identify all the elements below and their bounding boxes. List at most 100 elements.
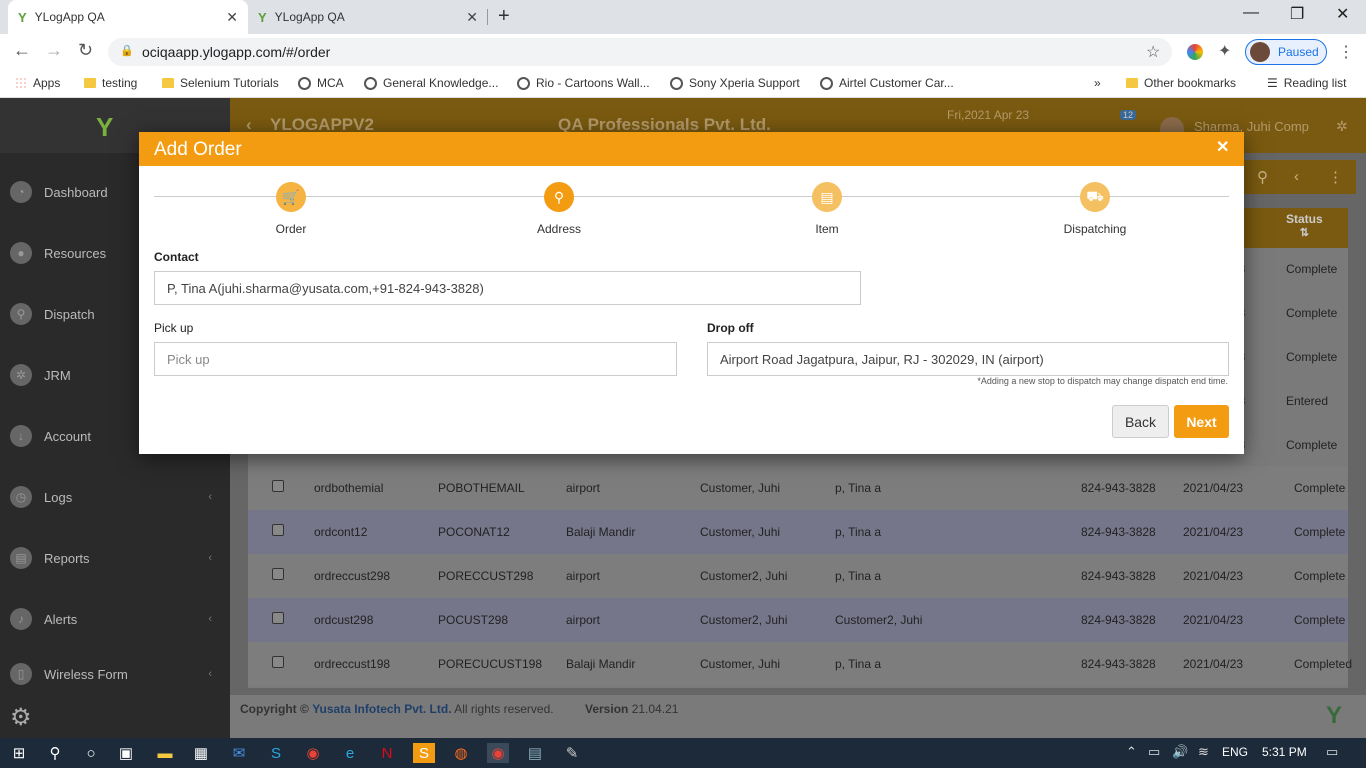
- bookmark-gk[interactable]: General Knowledge...: [364, 76, 498, 90]
- bookmark-selenium[interactable]: Selenium Tutorials: [162, 76, 279, 90]
- bookmark-sony[interactable]: Sony Xperia Support: [670, 76, 800, 90]
- bookmark-testing[interactable]: testing: [84, 76, 137, 90]
- sidebar-item-alerts[interactable]: ♪ Alerts ‹: [10, 599, 220, 639]
- settings-gear-icon[interactable]: ⚙: [10, 703, 32, 732]
- reading-list[interactable]: ☰ Reading list: [1267, 76, 1346, 90]
- contact-field[interactable]: [154, 271, 861, 305]
- row-checkbox[interactable]: [272, 656, 284, 668]
- mail-icon[interactable]: ✉: [228, 743, 250, 763]
- minimize-icon[interactable]: —: [1243, 4, 1259, 22]
- contact: p, Tina a: [835, 525, 882, 539]
- row-status: Complete: [1286, 262, 1338, 276]
- mobile-icon: ▯: [10, 663, 32, 685]
- profile-paused-button[interactable]: Paused: [1245, 39, 1327, 65]
- search-icon[interactable]: ⚲: [1257, 168, 1268, 186]
- contact: p, Tina a: [835, 569, 882, 583]
- table-row[interactable]: ordcont12 POCONAT12 Balaji Mandir Custom…: [248, 510, 1348, 554]
- row-checkbox[interactable]: [272, 480, 284, 492]
- globe-icon: [517, 76, 530, 90]
- row-status: Complete: [1286, 350, 1338, 364]
- store-icon[interactable]: ▦: [190, 743, 212, 763]
- sidebar-item-reports[interactable]: ▤ Reports ‹: [10, 538, 220, 578]
- globe-icon: [364, 76, 377, 90]
- task-view-icon[interactable]: ▣: [115, 743, 137, 763]
- chevron-left-icon: ‹: [208, 491, 212, 503]
- reading-list-icon: ☰: [1267, 76, 1278, 90]
- other-bookmarks[interactable]: Other bookmarks: [1126, 76, 1236, 90]
- close-icon[interactable]: ✕: [1216, 137, 1229, 157]
- company-link[interactable]: Yusata Infotech Pvt. Ltd.: [312, 702, 451, 716]
- contact: p, Tina a: [835, 481, 882, 495]
- table-row[interactable]: ordreccust298 PORECCUST298 airport Custo…: [248, 554, 1348, 598]
- table-row[interactable]: ordbothemial POBOTHEMAIL airport Custome…: [248, 466, 1348, 510]
- back-button[interactable]: Back: [1112, 405, 1169, 438]
- browser-menu-icon[interactable]: ⋮: [1338, 42, 1354, 62]
- netflix-icon[interactable]: N: [376, 743, 398, 763]
- map-pin-icon[interactable]: ⚲: [544, 182, 574, 212]
- close-tab-icon[interactable]: ✕: [226, 9, 238, 26]
- sort-icon[interactable]: ⇅: [1286, 226, 1323, 239]
- notifications-icon[interactable]: ▭: [1326, 744, 1338, 760]
- edge-icon[interactable]: e: [339, 743, 361, 763]
- chrome-icon[interactable]: ◉: [302, 743, 324, 763]
- sidebar-item-wireless-form[interactable]: ▯ Wireless Form ‹: [10, 654, 220, 694]
- close-window-icon[interactable]: ✕: [1336, 4, 1349, 24]
- row-checkbox[interactable]: [272, 524, 284, 536]
- browser-tab-2[interactable]: Y YLogApp QA ✕: [248, 0, 488, 34]
- row-status: Complete: [1294, 481, 1346, 495]
- clock[interactable]: 5:31 PM: [1262, 745, 1307, 759]
- sidebar-item-logs[interactable]: ◷ Logs ‹: [10, 477, 220, 517]
- app-s-icon[interactable]: S: [413, 743, 435, 763]
- volume-icon[interactable]: 🔊: [1172, 744, 1188, 760]
- reload-icon[interactable]: ↻: [78, 40, 93, 61]
- tray-chevron-icon[interactable]: ⌃: [1126, 744, 1137, 760]
- item-card-icon[interactable]: ▤: [812, 182, 842, 212]
- row-checkbox[interactable]: [272, 612, 284, 624]
- back-arrow-icon[interactable]: ←: [13, 40, 31, 61]
- table-row[interactable]: ordreccust198 PORECUCUST198 Balaji Mandi…: [248, 642, 1352, 686]
- close-tab-icon[interactable]: ✕: [466, 9, 478, 26]
- bookmark-star-icon[interactable]: ☆: [1146, 42, 1160, 62]
- bookmarks-overflow[interactable]: »: [1094, 76, 1101, 90]
- url-text[interactable]: ociqaapp.ylogapp.com/#/order: [142, 44, 330, 60]
- topbar-gear-icon[interactable]: ✲: [1336, 118, 1348, 135]
- lock-icon[interactable]: 🔒: [120, 44, 134, 57]
- cart-icon[interactable]: 🛒: [276, 182, 306, 212]
- bookmark-rio[interactable]: Rio - Cartoons Wall...: [517, 76, 650, 90]
- dropoff-input[interactable]: [707, 342, 1229, 376]
- windows-start-icon[interactable]: ⊞: [8, 743, 30, 763]
- chrome-extension-icon[interactable]: [1187, 44, 1203, 60]
- wifi-icon[interactable]: ≋: [1198, 744, 1209, 760]
- next-button[interactable]: Next: [1174, 405, 1229, 438]
- bookmark-airtel[interactable]: Airtel Customer Car...: [820, 76, 954, 90]
- chevron-left-icon[interactable]: ‹: [1294, 168, 1299, 185]
- pickup-input[interactable]: [154, 342, 677, 376]
- bookmark-apps[interactable]: Apps: [15, 76, 60, 90]
- battery-icon[interactable]: ▭: [1148, 744, 1160, 760]
- more-vertical-icon[interactable]: ⋮: [1328, 168, 1343, 186]
- file-explorer-icon[interactable]: ▬: [154, 743, 176, 763]
- notepad-icon[interactable]: ▤: [524, 743, 546, 763]
- chrome-active-icon[interactable]: ◉: [487, 743, 509, 763]
- forward-arrow-icon[interactable]: →: [45, 40, 63, 61]
- truck-icon[interactable]: ⛟: [1080, 182, 1110, 212]
- step-label-item: Item: [815, 222, 839, 236]
- cortana-icon[interactable]: ○: [80, 743, 102, 763]
- browser-tab-1[interactable]: Y YLogApp QA ✕: [8, 0, 248, 34]
- firefox-icon[interactable]: ◍: [450, 743, 472, 763]
- search-icon[interactable]: ⚲: [44, 743, 66, 763]
- dispatch-note: *Adding a new stop to dispatch may chang…: [977, 376, 1228, 386]
- status-column-header[interactable]: Status ⇅: [1286, 212, 1323, 239]
- table-row[interactable]: ordcust298 POCUST298 airport Customer2, …: [248, 598, 1348, 642]
- language-indicator[interactable]: ENG: [1222, 745, 1248, 759]
- profile-status: Paused: [1278, 45, 1319, 59]
- skype-icon[interactable]: S: [265, 743, 287, 763]
- new-tab-plus-icon[interactable]: +: [498, 5, 510, 28]
- globe-icon: [670, 76, 683, 90]
- paint-icon[interactable]: ✎: [561, 743, 583, 763]
- date: 2021/04/23: [1183, 525, 1244, 539]
- bookmark-mca[interactable]: MCA: [298, 76, 344, 90]
- restore-icon[interactable]: ❐: [1290, 4, 1304, 24]
- puzzle-extensions-icon[interactable]: ✦: [1218, 41, 1231, 61]
- row-checkbox[interactable]: [272, 568, 284, 580]
